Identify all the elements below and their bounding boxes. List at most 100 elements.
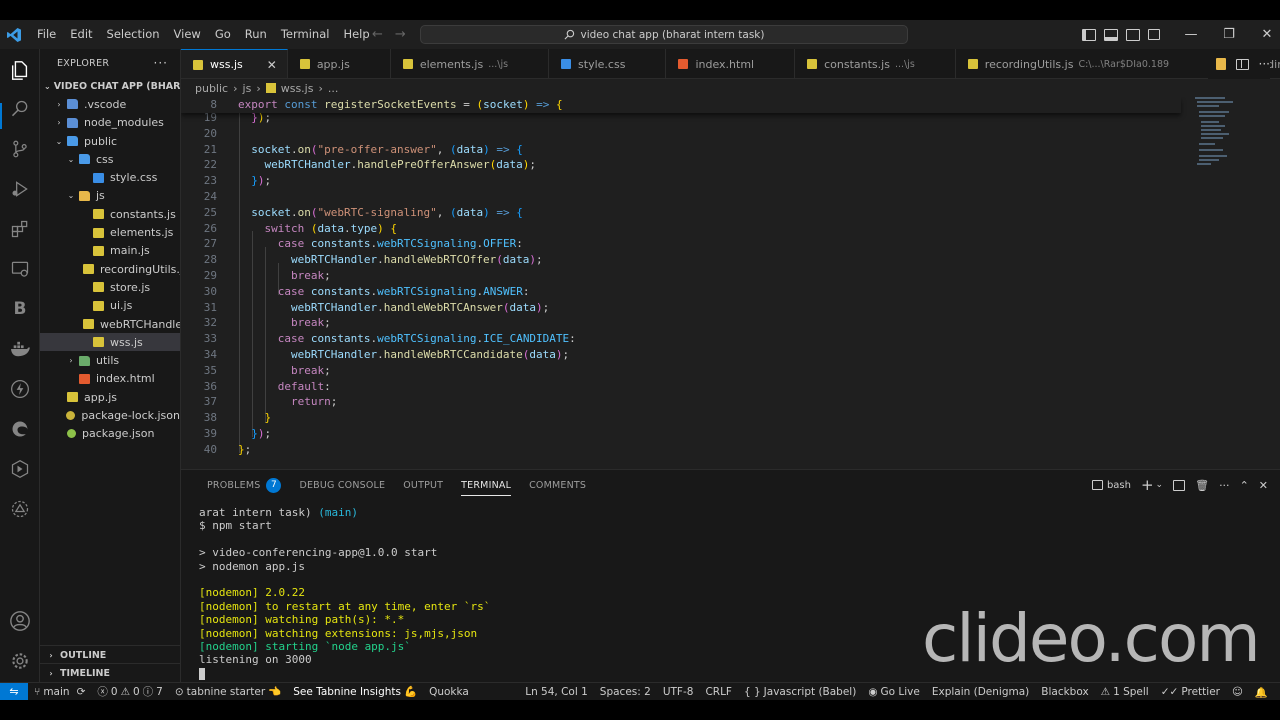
outline-section[interactable]: › OUTLINE [40, 645, 181, 664]
tree-item-utils[interactable]: › utils [40, 351, 180, 369]
code-line[interactable]: 30 case constants.webRTCSignaling.ANSWER… [181, 284, 1181, 300]
run-debug-icon[interactable] [8, 177, 32, 201]
close-window-icon[interactable]: ✕ [1248, 27, 1280, 42]
breadcrumb-item[interactable]: js [243, 82, 252, 95]
back-arrow-icon[interactable]: ← [372, 27, 383, 42]
source-control-icon[interactable] [8, 137, 32, 161]
tree-item-store-js[interactable]: store.js [40, 278, 180, 296]
code-line[interactable]: 21 socket.on("pre-offer-answer", (data) … [181, 142, 1181, 158]
code-line[interactable]: 38 } [181, 410, 1181, 426]
timeline-section[interactable]: › TIMELINE [40, 663, 181, 682]
toggle-secondary-sidebar-icon[interactable] [1126, 28, 1140, 41]
code-line[interactable]: 22 webRTCHandler.handlePreOfferAnswer(da… [181, 157, 1181, 173]
menu-go[interactable]: Go [208, 20, 238, 49]
tab-output[interactable]: OUTPUT [394, 470, 452, 500]
code-line[interactable]: 20 [181, 126, 1181, 142]
code-line[interactable]: 36 default: [181, 379, 1181, 395]
edge-devtools-icon[interactable] [8, 417, 32, 441]
tree-item-style-css[interactable]: style.css [40, 168, 180, 186]
remote-explorer-icon[interactable] [8, 257, 32, 281]
tree-item-ui-js[interactable]: ui.js [40, 297, 180, 315]
blackbox-status[interactable]: Blackbox [1035, 686, 1094, 698]
tab-debug-console[interactable]: DEBUG CONSOLE [290, 470, 394, 500]
tabnine-insights[interactable]: See Tabnine Insights 💪 [287, 685, 423, 699]
customize-layout-icon[interactable] [1148, 29, 1160, 40]
toggle-primary-sidebar-icon[interactable] [1082, 28, 1096, 41]
branch-indicator[interactable]: ⑂ main ⟳ [28, 686, 91, 698]
encoding[interactable]: UTF-8 [657, 686, 700, 698]
code-line[interactable]: 40}; [181, 442, 1181, 458]
accounts-icon[interactable] [8, 609, 32, 633]
breadcrumb-item[interactable]: public [195, 82, 228, 95]
tabnine-status[interactable]: ⊙ tabnine starter 👈 [169, 685, 287, 699]
code-line[interactable]: 39 }); [181, 426, 1181, 442]
tab-app-js[interactable]: app.js [288, 49, 391, 78]
split-editor-icon[interactable] [1235, 58, 1249, 70]
thunder-client-icon[interactable] [8, 377, 32, 401]
tab-problems[interactable]: PROBLEMS 7 [198, 470, 290, 500]
notifications-bell-icon[interactable]: 🔔 [1249, 686, 1274, 699]
tab-style-css[interactable]: style.css [549, 49, 667, 78]
search-icon[interactable] [8, 97, 32, 121]
terminal-shell-selector[interactable]: bash [1091, 480, 1131, 491]
tree-item-main-js[interactable]: main.js [40, 242, 180, 260]
tree-item-app-js[interactable]: app.js [40, 388, 180, 406]
code-line[interactable]: 27 case constants.webRTCSignaling.OFFER: [181, 236, 1181, 252]
code-line[interactable]: 34 webRTCHandler.handleWebRTCCandidate(d… [181, 347, 1181, 363]
prettier-status[interactable]: ✓✓ Prettier [1155, 686, 1226, 698]
tree-item-elements-js[interactable]: elements.js [40, 223, 180, 241]
remote-indicator-icon[interactable]: ⇋ [0, 682, 28, 701]
tree-item-constants-js[interactable]: constants.js [40, 205, 180, 223]
tree-item-public[interactable]: ⌄ public [40, 132, 180, 150]
tree-item-js[interactable]: ⌄ js [40, 187, 180, 205]
menu-edit[interactable]: Edit [63, 20, 99, 49]
open-changes-icon[interactable] [1215, 58, 1226, 70]
gitlens-icon[interactable] [8, 457, 32, 481]
code-line[interactable]: 23 }); [181, 173, 1181, 189]
code-editor[interactable]: 8 export const registerSocketEvents = (so… [181, 97, 1280, 469]
menu-file[interactable]: File [30, 20, 63, 49]
close-panel-icon[interactable]: ✕ [1259, 479, 1268, 492]
cursor-position[interactable]: Ln 54, Col 1 [519, 686, 594, 698]
tab-elements-js[interactable]: elements.js ...\js [391, 49, 550, 78]
breadcrumb-item[interactable]: wss.js [281, 82, 314, 95]
more-actions-icon[interactable]: ··· [1219, 479, 1230, 492]
tab-recordingutils-js[interactable]: recordingUtils.js C:\...\Rar$DIa0.189 [956, 49, 1211, 78]
language-mode[interactable]: { } Javascript (Babel) [738, 686, 862, 698]
line-ending[interactable]: CRLF [699, 686, 738, 698]
tab-wss-js[interactable]: wss.js ✕ [181, 49, 288, 78]
menu-terminal[interactable]: Terminal [274, 20, 337, 49]
code-line[interactable]: 26 switch (data.type) { [181, 221, 1181, 237]
live-share-icon[interactable] [8, 497, 32, 521]
code-line[interactable]: 28 webRTCHandler.handleWebRTCOffer(data)… [181, 252, 1181, 268]
settings-gear-icon[interactable] [8, 649, 32, 673]
close-tab-icon[interactable]: ✕ [267, 58, 277, 72]
spell-check[interactable]: ⚠ 1 Spell [1095, 686, 1155, 698]
menu-run[interactable]: Run [238, 20, 274, 49]
menu-selection[interactable]: Selection [100, 20, 167, 49]
code-line[interactable]: 25 socket.on("webRTC-signaling", (data) … [181, 205, 1181, 221]
tree-item-node-modules[interactable]: › node_modules [40, 114, 180, 132]
sticky-scroll-line[interactable]: 8 export const registerSocketEvents = (so… [181, 97, 1181, 113]
tab-terminal[interactable]: TERMINAL [452, 470, 520, 500]
indentation[interactable]: Spaces: 2 [594, 686, 657, 698]
tab-index-html[interactable]: index.html [666, 49, 796, 78]
code-line[interactable]: 35 break; [181, 363, 1181, 379]
minimize-icon[interactable]: — [1172, 27, 1210, 42]
more-actions-icon[interactable]: ··· [1259, 57, 1270, 71]
tab-constants-js[interactable]: constants.js ...\js [795, 49, 956, 78]
tree-item-webrtchandle-[interactable]: webRTCHandle... [40, 315, 180, 333]
blackbox-icon[interactable]: B [8, 297, 32, 321]
tree-item--vscode[interactable]: › .vscode [40, 95, 180, 113]
problems-indicator[interactable]: ⓧ 0 ⚠ 0 ⓘ 7 [91, 684, 168, 699]
minimap[interactable] [1191, 97, 1251, 177]
menu-help[interactable]: Help [336, 20, 376, 49]
tree-item-package-lock-json[interactable]: package-lock.json [40, 406, 180, 424]
tree-item-index-html[interactable]: index.html [40, 370, 180, 388]
code-line[interactable]: 31 webRTCHandler.handleWebRTCAnswer(data… [181, 300, 1181, 316]
tab-comments[interactable]: COMMENTS [520, 470, 595, 500]
trash-icon[interactable]: 🗑 [1195, 479, 1209, 492]
chevron-down-icon[interactable]: ⌄ [1156, 480, 1164, 490]
tree-item-wss-js[interactable]: wss.js [40, 333, 180, 352]
tree-item-recordingutils-js[interactable]: recordingUtils.js [40, 260, 180, 278]
